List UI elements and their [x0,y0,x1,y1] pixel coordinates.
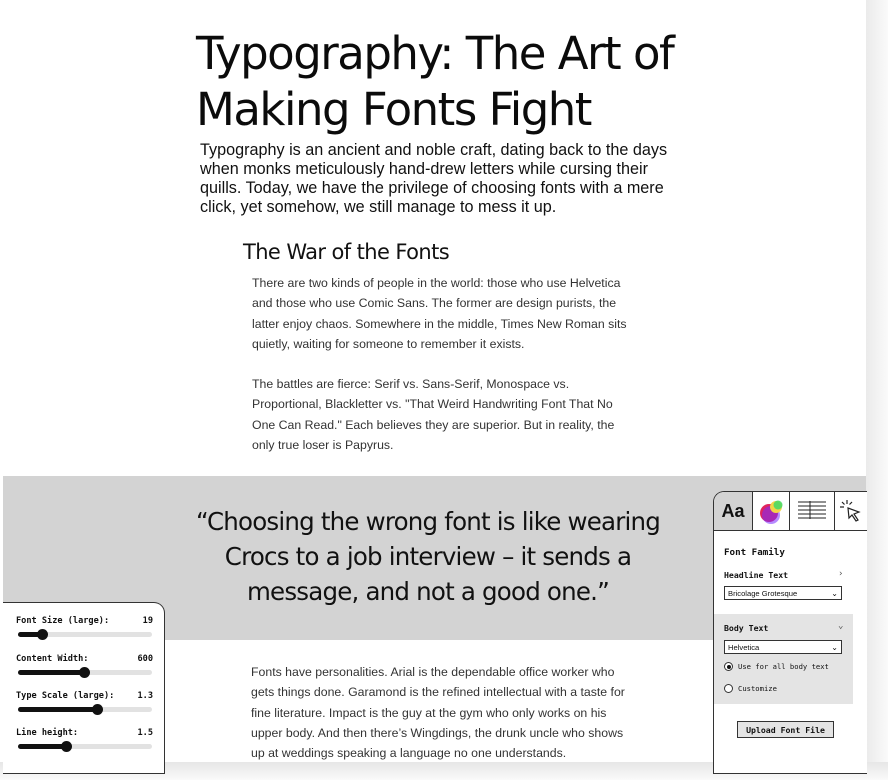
page-shadow-right [864,0,888,780]
font-family-heading: Font Family [724,547,785,558]
section-heading: The War of the Fonts [243,240,450,264]
body-text-label: Body Text [724,623,769,633]
headline-font-select[interactable]: Bricolage Grotesque ⌄ [724,586,842,600]
type-scale-setting: Type Scale (large): 1.3 [16,691,153,727]
chevron-right-icon[interactable]: › [838,569,843,579]
tab-cursor[interactable] [835,492,867,530]
chevron-down-icon: ⌄ [831,643,838,652]
headline-text-label: Headline Text [724,570,789,580]
radio-use-for-all[interactable]: Use for all body text [724,661,852,673]
line-height-setting: Line height: 1.5 [16,728,153,764]
tab-typography[interactable]: Aa [714,492,753,530]
paragraph-3: Fonts have personalities. Arial is the d… [251,665,625,760]
setting-value: 1.5 [137,728,153,738]
font-settings-panel: Aa Font Family Headline Text › Bricolage… [713,491,867,774]
setting-label: Type Scale (large): [16,691,115,701]
text-layout-icon [798,501,826,519]
type-scale-slider[interactable] [18,704,152,715]
setting-value: 19 [142,616,153,626]
slider-fill [18,744,67,749]
radio-unselected-icon [724,684,733,693]
tab-colors[interactable] [753,492,790,530]
setting-label: Content Width: [16,654,89,664]
setting-label: Font Size (large): [16,616,110,626]
line-height-slider[interactable] [18,741,152,752]
slider-fill [18,707,98,712]
radio-label: Customize [738,684,777,693]
radio-selected-icon [724,662,733,671]
pull-quote: “Choosing the wrong font is like wearing… [195,507,661,606]
slider-thumb[interactable] [78,667,90,678]
article-intro: Typography is an ancient and noble craft… [200,141,668,216]
upload-font-button[interactable]: Upload Font File [737,721,834,738]
font-size-slider[interactable] [18,629,152,640]
slider-thumb[interactable] [61,741,73,752]
typography-icon: Aa [721,500,745,521]
radio-label: Use for all body text [738,662,829,671]
content-width-setting: Content Width: 600 [16,654,153,690]
paragraph-2: The battles are fierce: Serif vs. Sans-S… [252,377,615,452]
paragraph-1: There are two kinds of people in the wor… [252,276,627,351]
slider-thumb[interactable] [37,629,49,640]
body-font-value: Helvetica [728,643,760,652]
layout-settings-panel: Font Size (large): 19 Content Width: 600… [3,602,165,774]
setting-value: 1.3 [137,691,153,701]
tab-layout[interactable] [790,492,835,530]
content-width-slider[interactable] [18,667,152,678]
chevron-down-icon[interactable]: ⌄ [838,621,843,631]
chevron-down-icon: ⌄ [831,589,838,598]
color-palette-icon [760,500,783,524]
panel-tabs: Aa [714,492,867,531]
slider-thumb[interactable] [92,704,104,715]
body-font-select[interactable]: Helvetica ⌄ [724,640,842,654]
slider-fill [18,670,84,675]
article-title: Typography: The Art of Making Fonts Figh… [196,27,675,136]
radio-customize[interactable]: Customize [724,683,852,695]
cursor-click-icon [840,500,861,522]
headline-font-value: Bricolage Grotesque [728,589,798,598]
setting-value: 600 [137,654,153,664]
setting-label: Line height: [16,728,79,738]
font-size-setting: Font Size (large): 19 [16,616,153,652]
